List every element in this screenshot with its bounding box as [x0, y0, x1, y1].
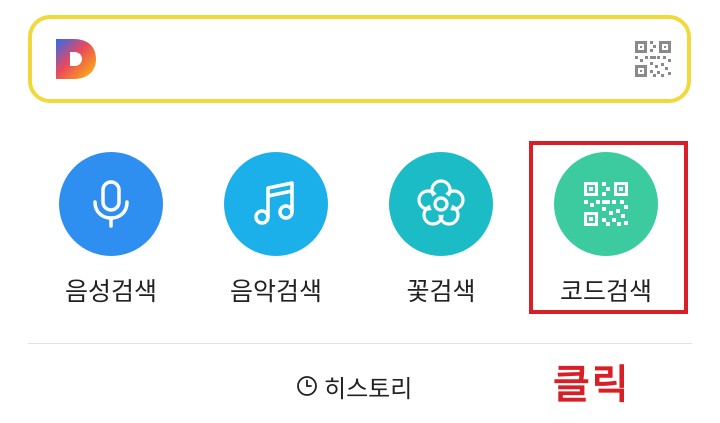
microphone-icon: [93, 180, 129, 228]
music-note-icon: [254, 181, 294, 225]
flower-icon: [417, 179, 465, 226]
music-search-label: 음악검색: [229, 277, 322, 306]
flower-search-circle[interactable]: [389, 152, 493, 256]
click-annotation: 클릭: [553, 362, 631, 408]
flower-search-button[interactable]: 꽃검색: [366, 152, 516, 322]
voice-search-button[interactable]: 음성검색: [36, 152, 186, 322]
music-search-circle[interactable]: [224, 152, 328, 256]
voice-search-label: 음성검색: [64, 277, 157, 306]
flower-search-label: 꽃검색: [406, 277, 476, 306]
qr-code-icon[interactable]: [635, 41, 671, 77]
highlight-box: [529, 141, 688, 314]
search-bar[interactable]: [28, 15, 691, 103]
voice-search-circle[interactable]: [59, 152, 163, 256]
music-search-button[interactable]: 음악검색: [201, 152, 351, 322]
daum-logo: [56, 39, 96, 79]
history-label: 히스토리: [324, 374, 413, 403]
history-button[interactable]: 히스토리: [296, 368, 412, 404]
divider: [28, 343, 692, 344]
clock-icon: [297, 376, 317, 396]
